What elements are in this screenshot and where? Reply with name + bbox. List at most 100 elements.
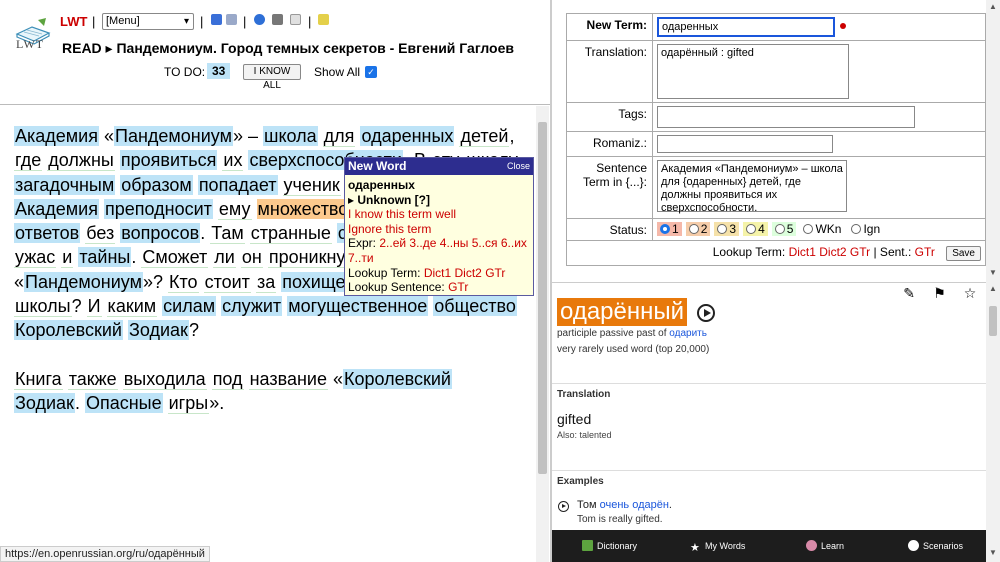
scroll-down-icon[interactable]: ▼ <box>989 548 997 557</box>
lookup-sentence-link[interactable]: GTr <box>448 280 468 294</box>
pencil-icon[interactable]: ✎ <box>901 285 917 301</box>
text-word[interactable]: ученик <box>282 174 341 196</box>
text-word[interactable]: стоит <box>203 271 251 293</box>
status-option-5[interactable]: 5 <box>771 222 797 236</box>
translation-textarea[interactable]: одарённый : gifted <box>657 44 849 99</box>
status-radio[interactable] <box>803 224 814 234</box>
i-know-all-button[interactable]: I KNOW ALL <box>243 64 301 91</box>
sentence-textarea[interactable]: Академия «Пандемониум» – школа для {одар… <box>657 160 847 214</box>
text-word[interactable]: силам <box>162 296 217 317</box>
lookup-dict-links[interactable]: Dict1 Dict2 GTr <box>789 245 871 259</box>
text-word[interactable]: Зодиак <box>128 320 189 341</box>
text-word[interactable]: Книга <box>14 368 63 390</box>
menu-select[interactable]: [Menu] ▾ <box>102 13 194 30</box>
scrollbar-thumb[interactable] <box>538 122 547 474</box>
status-option-3[interactable]: 3 <box>714 222 740 236</box>
sentence-gtr-link[interactable]: GTr <box>915 245 935 259</box>
text-word[interactable]: Королевский <box>14 320 123 341</box>
lookup-term-links[interactable]: Dict1 Dict2 GTr <box>424 266 506 280</box>
nav-learn[interactable]: Learn <box>806 530 844 562</box>
text-word[interactable]: ли <box>213 247 236 269</box>
text-word[interactable]: без <box>85 223 116 245</box>
save-button[interactable]: Save <box>946 246 981 261</box>
text-word[interactable]: Академия <box>14 198 99 219</box>
text-word[interactable]: под <box>211 368 244 390</box>
text-word[interactable]: Зодиак <box>14 392 75 413</box>
text-word[interactable]: Пандемониум <box>114 126 233 146</box>
text-word[interactable]: Там <box>210 223 245 245</box>
text-word[interactable]: служит <box>221 296 283 317</box>
popup-status[interactable]: ▸ Unknown [?] <box>348 193 530 208</box>
romanization-input[interactable] <box>657 135 833 153</box>
status-radio[interactable] <box>851 224 862 234</box>
nav-dictionary[interactable]: Dictionary <box>582 530 637 562</box>
text-word[interactable]: вопросов <box>120 223 201 244</box>
text-word[interactable]: И <box>86 296 102 318</box>
nav-scenarios[interactable]: Scenarios <box>908 530 963 562</box>
text-word[interactable]: тайны <box>78 247 132 268</box>
text-word[interactable]: Академия <box>14 126 99 146</box>
status-radio[interactable] <box>688 224 699 234</box>
text-word[interactable]: школа <box>263 126 318 146</box>
base-word-link[interactable]: одарить <box>669 328 707 339</box>
text-word[interactable]: странные <box>249 223 332 245</box>
text-word[interactable]: Сможет <box>141 247 209 269</box>
know-well-link[interactable]: I know this term well <box>348 207 530 222</box>
print-icon[interactable] <box>272 14 283 25</box>
tags-input[interactable] <box>657 106 915 128</box>
status-option-wkn[interactable]: WKn <box>800 222 845 236</box>
status-option-1[interactable]: 1 <box>657 222 682 236</box>
ignore-term-link[interactable]: Ignore this term <box>348 222 530 237</box>
status-option-4[interactable]: 4 <box>743 222 768 236</box>
reader-scrollbar[interactable] <box>536 106 549 562</box>
text-word[interactable]: где <box>14 150 43 172</box>
text-word[interactable]: одаренных <box>360 126 455 146</box>
play-audio-icon[interactable] <box>697 304 715 322</box>
text-word[interactable]: ему <box>217 198 252 220</box>
text-word[interactable]: преподносит <box>104 198 213 219</box>
text-word[interactable]: образом <box>120 174 193 195</box>
scroll-up-icon[interactable]: ▲ <box>989 2 997 11</box>
lwt-home-link[interactable]: LWT <box>60 14 87 29</box>
text-word[interactable]: для <box>322 126 356 147</box>
nav-my-words[interactable]: ★ My Words <box>690 530 745 562</box>
status-option-2[interactable]: 2 <box>685 222 711 236</box>
text-word[interactable]: детей <box>459 126 510 147</box>
new-term-input[interactable]: одаренных <box>657 17 835 37</box>
edit-text-icon[interactable] <box>290 14 301 25</box>
text-word[interactable]: попадает <box>197 174 278 195</box>
example-play-icon[interactable] <box>558 501 569 512</box>
text-word[interactable]: ответов <box>14 223 81 244</box>
text-word[interactable]: также <box>67 368 118 390</box>
example-ru-link[interactable]: очень одарён <box>600 499 669 511</box>
text-word[interactable]: ужас <box>14 247 57 269</box>
previous-text-icon[interactable] <box>211 14 222 25</box>
text-word[interactable]: игры <box>167 392 210 414</box>
dictionary-scrollbar[interactable]: ▲ ▼ <box>986 282 1000 562</box>
text-word[interactable]: выходила <box>122 368 207 390</box>
help-icon[interactable] <box>254 14 265 25</box>
scroll-down-icon[interactable]: ▼ <box>989 268 997 277</box>
text-word[interactable]: Опасные <box>84 392 163 413</box>
scroll-up-icon[interactable]: ▲ <box>989 284 997 293</box>
text-word[interactable]: название <box>248 368 328 390</box>
form-scrollbar[interactable]: ▲ ▼ <box>986 0 1000 282</box>
text-word[interactable]: загадочным <box>14 174 116 195</box>
text-word[interactable]: каким <box>106 296 158 318</box>
text-word[interactable]: Пандемониум <box>24 271 143 292</box>
text-word[interactable]: Кто <box>168 271 199 293</box>
status-radio[interactable] <box>660 224 670 234</box>
star-icon[interactable]: ☆ <box>962 285 978 301</box>
flag-icon[interactable]: ⚑ <box>932 285 948 301</box>
next-text-icon[interactable] <box>226 14 237 25</box>
text-word[interactable]: школы <box>14 296 72 318</box>
new-text-icon[interactable] <box>318 14 329 25</box>
text-word[interactable]: проявиться <box>119 150 218 171</box>
text-word[interactable]: должны <box>47 150 115 172</box>
status-option-ign[interactable]: Ign <box>848 222 884 236</box>
status-radio[interactable] <box>717 224 728 234</box>
scrollbar-thumb[interactable] <box>989 306 997 336</box>
text-word[interactable]: множество <box>256 198 350 219</box>
text-word[interactable]: за <box>255 271 277 293</box>
text-word[interactable]: Королевский <box>342 368 452 389</box>
